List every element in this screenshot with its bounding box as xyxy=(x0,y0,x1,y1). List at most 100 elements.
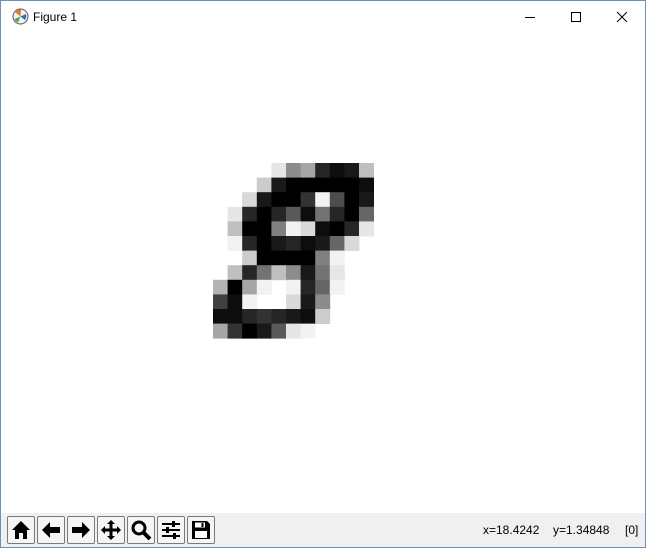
pan-button[interactable] xyxy=(97,516,125,544)
configure-subplots-button[interactable] xyxy=(157,516,185,544)
image-pixel xyxy=(359,177,374,193)
plot-canvas[interactable] xyxy=(1,33,645,513)
image-pixel xyxy=(227,236,243,251)
image-pixel xyxy=(256,236,272,251)
image-pixel xyxy=(315,279,331,295)
image-pixel xyxy=(315,221,331,237)
zoom-button[interactable] xyxy=(127,516,155,544)
home-button[interactable] xyxy=(7,516,35,544)
image-pixel xyxy=(315,265,331,281)
close-icon xyxy=(616,11,628,23)
subplots-config-icon xyxy=(162,521,180,539)
close-button[interactable] xyxy=(599,1,645,33)
pixel-value-readout: [0] xyxy=(625,523,639,537)
back-button[interactable] xyxy=(37,516,65,544)
image-pixel xyxy=(242,265,258,281)
image-pixel xyxy=(286,177,301,193)
navigation-toolbar: x=18.4242 y=1.34848 [0] xyxy=(1,513,645,547)
image-pixel xyxy=(329,221,345,237)
image-pixel xyxy=(315,192,331,208)
digit-image xyxy=(213,163,374,339)
image-pixel xyxy=(344,221,360,237)
image-pixel xyxy=(286,221,301,237)
image-pixel xyxy=(359,221,374,237)
image-pixel xyxy=(213,323,228,339)
image-pixel xyxy=(271,265,287,281)
image-pixel xyxy=(359,206,374,222)
image-pixel xyxy=(271,163,287,178)
image-pixel xyxy=(227,309,243,324)
minimize-icon xyxy=(525,17,535,18)
save-icon xyxy=(192,521,210,539)
matplotlib-icon xyxy=(12,8,29,25)
image-pixel xyxy=(286,265,301,281)
image-pixel xyxy=(300,265,316,281)
image-pixel xyxy=(242,206,258,222)
image-pixel xyxy=(242,192,258,208)
image-pixel xyxy=(359,192,374,208)
maximize-button[interactable] xyxy=(553,1,599,33)
minimize-button[interactable] xyxy=(507,1,553,33)
forward-button[interactable] xyxy=(67,516,95,544)
image-pixel xyxy=(315,294,331,310)
image-pixel xyxy=(286,250,301,266)
image-pixel xyxy=(300,221,316,237)
image-pixel xyxy=(286,163,301,178)
image-pixel xyxy=(315,309,331,324)
image-pixel xyxy=(315,163,331,178)
image-pixel xyxy=(315,250,331,266)
image-pixel xyxy=(344,236,360,251)
image-pixel xyxy=(329,279,345,295)
image-pixel xyxy=(300,163,316,178)
image-pixel xyxy=(227,279,243,295)
image-pixel xyxy=(256,265,272,281)
image-pixel xyxy=(256,279,272,295)
image-pixel xyxy=(256,309,272,324)
image-pixel xyxy=(227,323,243,339)
image-pixel xyxy=(300,236,316,251)
image-pixel xyxy=(227,265,243,281)
image-pixel xyxy=(271,192,287,208)
image-pixel xyxy=(315,206,331,222)
image-pixel xyxy=(242,323,258,339)
image-pixel xyxy=(271,250,287,266)
image-pixel xyxy=(271,323,287,339)
image-pixel xyxy=(271,177,287,193)
maximize-icon xyxy=(571,12,581,22)
image-pixel xyxy=(213,294,228,310)
image-pixel xyxy=(286,192,301,208)
image-pixel xyxy=(227,206,243,222)
image-pixel xyxy=(286,279,301,295)
home-icon xyxy=(12,521,30,539)
image-pixel xyxy=(300,250,316,266)
image-pixel xyxy=(300,206,316,222)
image-pixel xyxy=(271,206,287,222)
figure-window: Figure 1 x=18.4242 y=1.34848 [0] xyxy=(0,0,646,548)
image-pixel xyxy=(329,250,345,266)
image-pixel xyxy=(213,309,228,324)
image-pixel xyxy=(300,294,316,310)
image-pixel xyxy=(300,309,316,324)
image-pixel xyxy=(256,192,272,208)
image-pixel xyxy=(344,163,360,178)
image-pixel xyxy=(286,294,301,310)
image-pixel xyxy=(300,323,316,339)
image-pixel xyxy=(227,294,243,310)
image-pixel xyxy=(329,163,345,178)
image-pixel xyxy=(329,192,345,208)
image-pixel xyxy=(315,177,331,193)
image-pixel xyxy=(329,177,345,193)
image-pixel xyxy=(242,309,258,324)
save-button[interactable] xyxy=(187,516,215,544)
image-pixel xyxy=(329,265,345,281)
image-pixel xyxy=(256,206,272,222)
image-pixel xyxy=(344,206,360,222)
image-pixel xyxy=(242,279,258,295)
image-pixel xyxy=(300,177,316,193)
image-pixel xyxy=(359,163,374,178)
image-pixel xyxy=(344,192,360,208)
title-bar: Figure 1 xyxy=(1,1,645,33)
image-pixel xyxy=(315,236,331,251)
back-arrow-icon xyxy=(42,522,60,538)
image-pixel xyxy=(344,177,360,193)
